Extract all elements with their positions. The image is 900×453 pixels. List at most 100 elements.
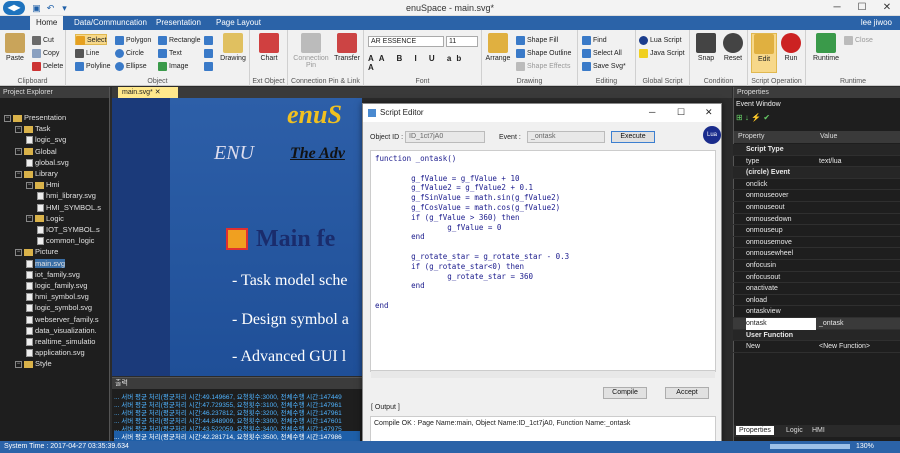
ellipse-button[interactable]: Ellipse (115, 61, 147, 72)
property-row[interactable]: onload (733, 295, 900, 307)
document-tab-main[interactable]: main.svg* ✕ (118, 87, 178, 98)
curve-button[interactable] (204, 61, 215, 72)
expand-icon[interactable]: − (26, 181, 33, 189)
line-button[interactable]: Line (75, 48, 99, 59)
tree-node[interactable]: logic_family.svg (26, 280, 87, 291)
selected-circle-object[interactable] (226, 228, 248, 250)
reset-button[interactable]: Reset (720, 33, 746, 62)
dialog-minimize-icon[interactable]: ─ (649, 107, 655, 117)
property-row[interactable]: onclick (733, 179, 900, 191)
expand-icon[interactable]: − (26, 215, 33, 223)
text-button[interactable]: Text (158, 48, 182, 59)
tree-node[interactable]: realtime_simulatio (26, 336, 95, 347)
tree-node[interactable]: logic_svg (26, 134, 66, 145)
tab-page-layout[interactable]: Page Layout (210, 16, 267, 30)
property-toolbar-icons[interactable]: ⊞ ↓ ⚡ ✔ (736, 113, 770, 122)
close-icon[interactable]: ✕ (875, 0, 899, 15)
rectangle-button[interactable]: Rectangle (158, 35, 201, 46)
minimize-icon[interactable]: ─ (825, 0, 849, 15)
compile-button[interactable]: Compile (603, 387, 647, 399)
dialog-close-icon[interactable]: ✕ (705, 107, 713, 118)
tab-home[interactable]: Home (30, 16, 64, 30)
expand-icon[interactable]: − (15, 125, 22, 133)
property-row[interactable]: New <New Function> (733, 341, 900, 353)
dialog-maximize-icon[interactable]: ☐ (677, 107, 685, 118)
expand-icon[interactable]: − (15, 360, 22, 368)
accept-button[interactable]: Accept (665, 387, 709, 399)
close-runtime-button[interactable]: Close (844, 35, 873, 46)
property-row[interactable]: ontask _ontask (733, 318, 900, 330)
snap-button[interactable]: Snap (694, 33, 718, 62)
lua-script-button[interactable]: Lua Script (639, 35, 682, 46)
event-window-select[interactable]: Event Window (736, 101, 816, 111)
shape-effects-button[interactable]: Shape Effects (516, 61, 570, 72)
expand-icon[interactable]: − (4, 114, 11, 122)
zoom-slider[interactable] (770, 444, 850, 449)
polygon-button[interactable]: Polygon (115, 35, 151, 46)
tree-node[interactable]: application.svg (26, 347, 85, 358)
property-row[interactable]: ontaskview (733, 306, 900, 318)
runtime-button[interactable]: Runtime (810, 33, 842, 62)
select-button[interactable]: Select (75, 34, 107, 45)
edit-button[interactable]: Edit (751, 33, 777, 73)
property-row[interactable]: onmousewheel (733, 248, 900, 260)
property-row[interactable]: onmousemove (733, 237, 900, 249)
tree-node[interactable]: HMI_SYMBOL.s (37, 202, 101, 213)
shape-fill-button[interactable]: Shape Fill (516, 35, 558, 46)
tree-node[interactable]: − Logic (26, 213, 64, 224)
tree-node[interactable]: − Library (15, 168, 58, 179)
tree-node[interactable]: iot_family.svg (26, 269, 80, 280)
tree-node[interactable]: − Style (15, 358, 52, 369)
tree-node[interactable]: common_logic (37, 235, 94, 246)
property-row[interactable]: onmousedown (733, 214, 900, 226)
image-button[interactable]: Image (158, 61, 188, 72)
tab-logic[interactable]: Logic (786, 427, 803, 434)
font-size-select[interactable]: 11 (446, 36, 478, 47)
property-row[interactable]: onfocusout (733, 272, 900, 284)
expand-icon[interactable]: − (15, 248, 22, 256)
circle-button[interactable]: Circle (115, 48, 144, 59)
code-hscrollbar[interactable] (371, 370, 715, 378)
tree-node[interactable]: hmi_library.svg (37, 190, 96, 201)
polyline-button[interactable]: Polyline (75, 61, 111, 72)
expand-icon[interactable]: − (15, 148, 22, 156)
arrange-button[interactable]: Arrange (485, 33, 511, 62)
cut-button[interactable]: Cut (32, 35, 54, 46)
tree-node[interactable]: data_visualization. (26, 325, 97, 336)
tree-node[interactable]: − Global (15, 146, 57, 157)
tree-node[interactable]: logic_symbol.svg (26, 302, 92, 313)
transfer-button[interactable]: Transfer (332, 33, 362, 62)
tree-node[interactable]: IOT_SYMBOL.s (37, 224, 100, 235)
tree-node[interactable]: global.svg (26, 157, 69, 168)
expand-icon[interactable]: − (15, 170, 22, 178)
property-row[interactable]: type text/lua (733, 156, 900, 168)
connection-pin-button[interactable]: Connection Pin (291, 33, 331, 69)
execute-button[interactable]: Execute (611, 131, 655, 143)
property-row[interactable]: onactivate (733, 283, 900, 295)
chart-button[interactable]: Chart (257, 33, 281, 62)
property-row[interactable]: onfocusin (733, 260, 900, 272)
save-svg-button[interactable]: Save Svg* (582, 61, 626, 72)
tree-node[interactable]: − Presentation (4, 112, 66, 123)
property-row[interactable]: onmouseout (733, 202, 900, 214)
tab-data-communication[interactable]: Data/Communcation (68, 16, 153, 30)
tree-node[interactable]: webserver_family.s (26, 314, 99, 325)
maximize-icon[interactable]: ☐ (850, 0, 874, 15)
path-button[interactable] (204, 48, 215, 59)
property-row[interactable]: onmouseover (733, 190, 900, 202)
delete-button[interactable]: Delete (32, 61, 63, 72)
user-name[interactable]: lee jiwoo (861, 16, 892, 30)
select-all-button[interactable]: Select All (582, 48, 622, 59)
shape-outline-button[interactable]: Shape Outline (516, 48, 571, 59)
tab-properties[interactable]: Properties (736, 426, 774, 435)
code-editor[interactable]: function _ontask() g_fValue = g_fValue +… (370, 150, 716, 372)
drawing-button[interactable]: Drawing (218, 33, 248, 62)
tree-node[interactable]: − Task (15, 123, 50, 134)
font-format-buttons[interactable]: AA B I U ab A (368, 54, 478, 72)
arc-button[interactable] (204, 35, 215, 46)
font-family-select[interactable]: AR ESSENCE (368, 36, 444, 47)
tree-node[interactable]: main.svg (26, 258, 66, 269)
tree-node[interactable]: hmi_symbol.svg (26, 291, 89, 302)
event-field[interactable]: _ontask (527, 131, 605, 143)
tab-hmi[interactable]: HMI (812, 427, 825, 434)
